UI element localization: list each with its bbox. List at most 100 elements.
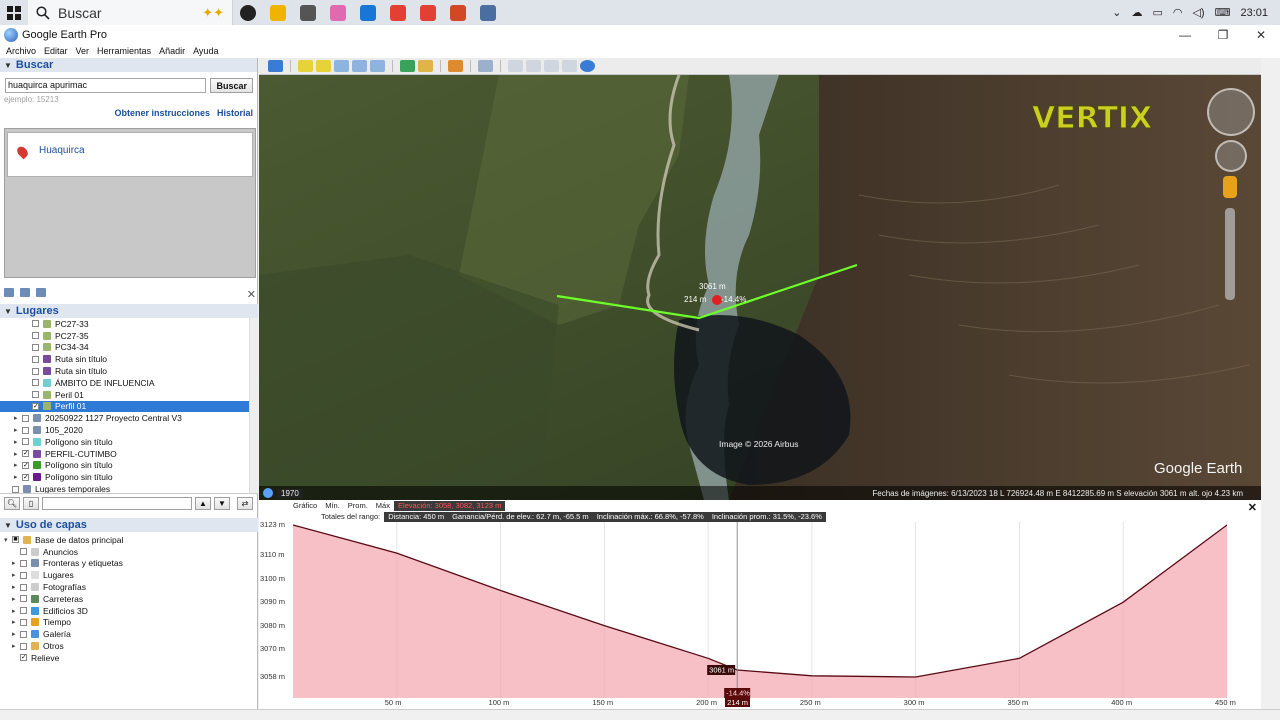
panel-toggle-button[interactable]: ▯ [23,496,39,510]
email-icon[interactable] [508,60,523,72]
places-item[interactable]: ▸ ✓ Polígono sin título [0,460,258,472]
sunlight-icon[interactable] [418,60,433,72]
menu-item-5[interactable]: Ayuda [193,46,218,56]
place-checkbox[interactable]: ✓ [22,461,29,469]
places-item[interactable]: ▸ 105_2020 [0,424,258,436]
place-checkbox[interactable] [32,343,39,351]
taskbar-app-4[interactable] [353,0,383,25]
places-item[interactable]: PC34-34 [0,342,258,354]
expand-arrow-icon[interactable]: ▸ [14,473,22,481]
layer-item[interactable]: ▸ Fotografías [0,581,258,593]
layer-checkbox[interactable] [20,607,27,615]
search-button[interactable]: Buscar [210,78,253,93]
place-checkbox[interactable] [32,391,39,399]
expand-arrow-icon[interactable]: ▸ [14,450,22,458]
place-checkbox[interactable] [32,367,39,375]
expand-arrow-icon[interactable]: ▸ [12,618,20,626]
layers-section-header[interactable]: ▼ Uso de capas [0,518,258,532]
places-item[interactable]: ▸ Polígono sin título [0,436,258,448]
layer-checkbox[interactable]: ✓ [20,654,27,662]
layer-item[interactable]: ✓ Relieve [0,652,258,664]
menu-item-2[interactable]: Ver [76,46,90,56]
taskbar-app-0[interactable] [233,0,263,25]
expand-arrow-icon[interactable]: ▸ [14,438,22,446]
places-item[interactable]: PC27-35 [0,330,258,342]
profile-min-label[interactable]: Mín. [321,501,344,510]
volume-icon[interactable]: ◁) [1192,6,1204,19]
place-checkbox[interactable]: ✓ [22,473,29,481]
search-places-button[interactable]: 🔍︎ [4,496,20,510]
taskbar-search-box[interactable]: Buscar ✦✦ [28,0,233,25]
layer-checkbox[interactable]: ■ [12,536,19,544]
expand-arrow-icon[interactable]: ▸ [12,559,20,567]
layer-item[interactable]: ▸ Edificios 3D [0,605,258,617]
historical-imagery-icon[interactable] [400,60,415,72]
folder-icon[interactable] [4,287,14,297]
history-link[interactable]: Historial [217,108,253,118]
taskbar-app-8[interactable] [473,0,503,25]
3d-viewer[interactable]: 3061 m 214 m -14.4% Image © 2026 Airbus … [259,58,1261,500]
places-filter-input[interactable] [42,496,192,510]
expand-arrow-icon[interactable]: ▸ [14,414,22,422]
layer-checkbox[interactable] [20,595,27,603]
bottom-scrollbar[interactable] [0,709,1280,720]
place-search-input[interactable]: huaquirca apurimac [5,78,207,93]
layer-item[interactable]: ▸ Otros [0,640,258,652]
place-checkbox[interactable] [22,414,29,422]
places-item[interactable]: ✓ Perfil 01 [0,400,258,413]
places-item[interactable]: ÁMBITO DE INFLUENCIA [0,377,258,389]
layer-item[interactable]: ▸ Carreteras [0,593,258,605]
menu-item-1[interactable]: Editar [44,46,68,56]
taskbar-app-3[interactable] [323,0,353,25]
close-profile-icon[interactable]: ✕ [1248,501,1257,514]
expand-arrow-icon[interactable]: ▸ [12,571,20,579]
places-item[interactable]: Ruta sin título [0,365,258,377]
expand-arrow-icon[interactable]: ▸ [14,461,22,469]
record-tour-icon[interactable] [370,60,385,72]
taskbar-app-6[interactable] [413,0,443,25]
expand-arrow-icon[interactable]: ▸ [12,642,20,650]
places-scrollbar[interactable] [249,318,258,493]
layer-item[interactable]: Anuncios [0,546,258,558]
layer-checkbox[interactable] [20,618,27,626]
profile-max-label[interactable]: Máx [372,501,394,510]
battery-icon[interactable]: ▭ [1152,6,1162,19]
place-checkbox[interactable] [12,485,19,493]
place-checkbox[interactable] [22,438,29,446]
clock[interactable]: 23:01 [1240,7,1268,19]
layer-item[interactable]: ▸ Galería [0,628,258,640]
expand-arrow-icon[interactable]: ▾ [4,536,12,544]
historical-clock-icon[interactable] [263,488,273,498]
minimize-button[interactable]: — [1166,28,1204,42]
layer-checkbox[interactable] [20,630,27,638]
ruler-icon[interactable] [478,60,493,72]
save-image-icon[interactable] [544,60,559,72]
wifi-icon[interactable]: ◠ [1173,6,1183,19]
move-down-button[interactable]: ▼ [214,496,230,510]
places-item[interactable]: ▸ ✓ Polígono sin título [0,471,258,483]
move-up-button[interactable]: ▲ [195,496,211,510]
maximize-button[interactable]: ❐ [1204,28,1242,42]
sidebar-toggle-icon[interactable] [268,60,283,72]
search-result[interactable]: Huaquirca [7,132,253,177]
place-checkbox[interactable]: ✓ [22,450,29,458]
place-checkbox[interactable] [32,320,39,328]
expand-arrow-icon[interactable]: ▸ [12,607,20,615]
places-section-header[interactable]: ▼ Lugares [0,304,258,318]
layer-checkbox[interactable] [20,571,27,579]
places-item[interactable]: ▸ 20250922 1127 Proyecto Central V3 [0,412,258,424]
taskbar-app-5[interactable] [383,0,413,25]
expand-arrow-icon[interactable]: ▸ [14,426,22,434]
places-item[interactable]: Lugares temporales [0,483,258,493]
layer-checkbox[interactable] [20,583,27,591]
polygon-tool-icon[interactable] [316,60,331,72]
close-search-icon[interactable]: ✕ [247,288,256,301]
cloud-icon[interactable]: ☁ [1131,6,1142,19]
taskbar-app-1[interactable] [263,0,293,25]
layer-checkbox[interactable] [20,548,27,556]
menu-item-3[interactable]: Herramientas [97,46,151,56]
expand-arrow-icon[interactable]: ▸ [12,630,20,638]
places-item[interactable]: Ruta sin título [0,353,258,365]
street-view-pegman-icon[interactable] [1223,176,1237,198]
keyboard-icon[interactable]: ⌨ [1215,6,1231,19]
